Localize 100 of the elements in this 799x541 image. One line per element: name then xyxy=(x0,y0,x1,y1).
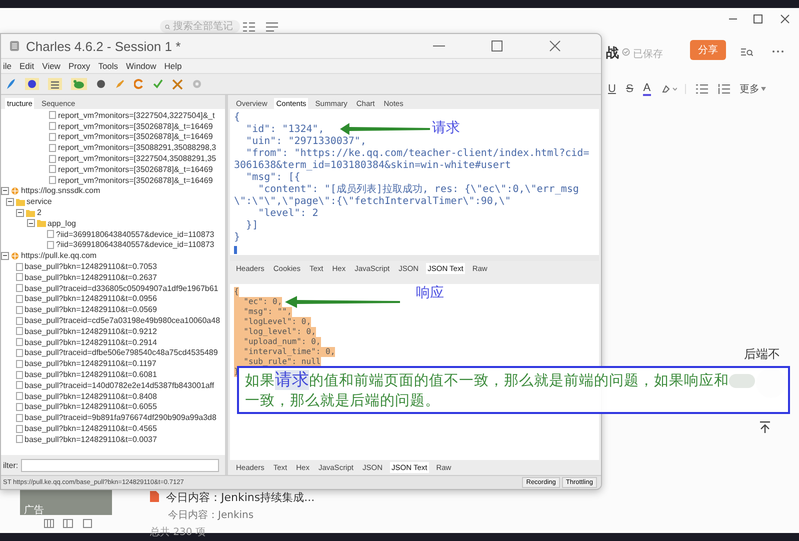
menu-item[interactable]: Proxy xyxy=(68,61,90,71)
highlighter-icon[interactable] xyxy=(660,84,686,94)
caret-icon[interactable] xyxy=(760,87,766,91)
maximize-icon[interactable] xyxy=(491,40,503,52)
request-item[interactable]: base_pull?bkn=124829110&t=0.7053 xyxy=(24,262,157,272)
tree-item[interactable]: app_log xyxy=(48,218,76,228)
tree-item[interactable]: service xyxy=(26,197,52,206)
request-item[interactable]: base_pull?bkn=124829110&t=0.2637 xyxy=(24,272,157,282)
record-icon[interactable] xyxy=(27,79,37,89)
request-item[interactable]: base_pull?bkn=124829110&t=0.6081 xyxy=(24,370,157,380)
ad-label: 广告 xyxy=(24,504,44,517)
request-item[interactable]: base_pull?traceid=140d0782e2e14d5387fb843001aff xyxy=(24,380,214,390)
close-icon[interactable] xyxy=(780,14,790,24)
request-item[interactable]: base_pull?traceid=d336805c05094907a1df9e1967b61 xyxy=(24,284,218,293)
request-item[interactable]: base_pull?bkn=124829110&t=0.8408 xyxy=(24,392,157,401)
code-line: "from": "https://ke.qq.com/teacher-client/index.html?cid=3061638&term_id=103180384&skin=win-white#usert xyxy=(234,148,590,172)
turtle-icon[interactable] xyxy=(73,79,85,89)
code-line: }] xyxy=(245,220,258,232)
numbered-list-icon[interactable] xyxy=(718,84,730,94)
side-note: 后端不 xyxy=(744,346,780,363)
split-view-icon[interactable] xyxy=(63,519,73,528)
note-count: 总共 230 项 xyxy=(150,526,206,539)
tools-icon[interactable] xyxy=(172,78,183,90)
request-item[interactable]: report_vm?monitors=[35026878]&_t=16469 xyxy=(58,132,213,142)
expand-toggle[interactable] xyxy=(1,186,9,195)
app-icon xyxy=(9,40,20,52)
request-item[interactable]: base_pull?traceid=cd5e7a03198e49b980cea10060a48 xyxy=(24,316,220,326)
menu-item[interactable]: View xyxy=(42,61,60,71)
request-item[interactable]: report_vm?monitors=[35026878]&_t=16469 xyxy=(58,176,213,185)
request-item[interactable]: ?iid=3699180643840557&device_id=110873 xyxy=(56,230,214,239)
code-line: { xyxy=(234,112,240,124)
globe-icon xyxy=(11,186,19,195)
request-item[interactable]: report_vm?monitors=[35026878]&_t=16469 xyxy=(58,122,213,131)
response-annotation: 响应 xyxy=(416,284,444,302)
find-icon[interactable] xyxy=(741,48,753,57)
code-line: "id": "1324", xyxy=(245,124,324,136)
filter-label: ilter: xyxy=(3,460,18,470)
request-item[interactable]: report_vm?monitors=[3227504,3227504]&_t xyxy=(58,110,215,120)
request-item[interactable]: base_pull?bkn=124829110&t=0.9212 xyxy=(24,326,157,336)
note-title[interactable]: 今日内容：Jenkins持续集成... xyxy=(166,490,315,505)
close-icon[interactable] xyxy=(549,40,561,52)
globe-icon xyxy=(11,252,19,260)
menu-item[interactable]: Edit xyxy=(20,61,34,71)
tree-item[interactable]: https://pull.ke.qq.com xyxy=(21,251,97,260)
filter-field[interactable] xyxy=(21,458,219,472)
strikethrough-tool[interactable]: S xyxy=(626,83,634,95)
expand-toggle[interactable] xyxy=(1,252,9,260)
menu-item[interactable]: Window xyxy=(126,61,156,71)
throttle-icon[interactable] xyxy=(50,79,60,89)
feather-icon[interactable] xyxy=(6,78,16,90)
saved-status: 已保存 xyxy=(633,48,663,61)
request-item[interactable]: ?iid=3699180643840557&device_id=110873 xyxy=(56,240,214,250)
document-title: 战 xyxy=(606,45,619,62)
request-annotation: 请求 xyxy=(432,119,460,137)
request-item[interactable]: base_pull?bkn=124829110&t=0.1197 xyxy=(24,359,156,368)
check-circle-icon xyxy=(622,48,630,56)
request-item[interactable]: base_pull?bkn=124829110&t=0.0956 xyxy=(24,294,157,304)
request-item[interactable]: base_pull?bkn=124829110&t=0.6055 xyxy=(24,402,157,412)
document-icon xyxy=(150,491,159,502)
request-item[interactable]: report_vm?monitors=[35026878]&_t=16469 xyxy=(58,164,213,174)
code-line: "content": "[成员列表]拉取成功, res: {\"ec\":0,\"err_msg\":\"\",\"page\":{\"fetchIntervalTimer\":90,\" xyxy=(234,184,580,208)
code-line: "uin": "2971330037", xyxy=(245,136,366,148)
request-item[interactable]: base_pull?bkn=124829110&t=0.4565 xyxy=(24,424,157,433)
back-to-top-icon[interactable] xyxy=(758,420,772,434)
code-line: "level": 2 xyxy=(257,208,318,220)
window-title: Charles 4.6.2 - Session 1 * xyxy=(26,38,181,54)
more-icon[interactable] xyxy=(772,50,784,53)
tree-item[interactable]: 2 xyxy=(37,208,42,218)
check-icon[interactable] xyxy=(153,79,163,89)
maximize-icon[interactable] xyxy=(753,14,763,24)
code-line: "msg": [{ xyxy=(245,172,300,184)
text-cursor xyxy=(234,246,237,254)
code-line: } xyxy=(234,232,240,244)
note-snippet: 今日内容：Jenkins xyxy=(168,508,254,522)
request-item[interactable]: base_pull?bkn=124829110&t=0.0037 xyxy=(24,434,157,444)
request-item[interactable]: base_pull?traceid=9b891fa976674df290b909a99a3d8 xyxy=(24,413,216,422)
expand-toggle[interactable] xyxy=(26,219,34,228)
square-icon[interactable] xyxy=(83,519,92,528)
refresh-icon[interactable] xyxy=(134,79,144,89)
menu-item[interactable]: Tools xyxy=(98,61,118,71)
menu-icon[interactable] xyxy=(266,22,278,33)
tree-item[interactable]: https://log.snssdk.com xyxy=(21,186,100,196)
underline-tool[interactable]: U xyxy=(608,83,616,95)
expand-toggle[interactable] xyxy=(6,198,14,206)
request-item[interactable]: report_vm?monitors=[35088291,35088298,3 xyxy=(58,143,216,152)
font-color-tool[interactable]: A xyxy=(643,82,651,96)
stop-icon[interactable] xyxy=(96,79,106,89)
expand-toggle[interactable] xyxy=(16,208,24,217)
bullet-list-icon[interactable] xyxy=(696,84,708,94)
search-icon xyxy=(165,22,170,30)
list-view-icon[interactable] xyxy=(243,22,255,33)
request-item[interactable]: base_pull?bkn=124829110&t=0.2914 xyxy=(24,338,157,347)
request-item[interactable]: base_pull?traceid=dfbe506e798540c48a75cd4535489 xyxy=(24,348,218,358)
annotation-text: 如果请求的值和前端页面的值不一致，那么就是前端的问题，如果响应和 一致，那么就是后端的问题。 xyxy=(245,370,782,411)
request-item[interactable]: report_vm?monitors=[3227504,35088291,35 xyxy=(58,154,216,164)
menu-item[interactable]: Help xyxy=(164,61,182,71)
columns-icon[interactable] xyxy=(44,519,54,528)
more-tools-button[interactable]: 更多 xyxy=(740,82,760,96)
menu-item[interactable]: ile xyxy=(3,61,12,71)
request-item[interactable]: base_pull?bkn=124829110&t=0.0569 xyxy=(24,305,157,314)
